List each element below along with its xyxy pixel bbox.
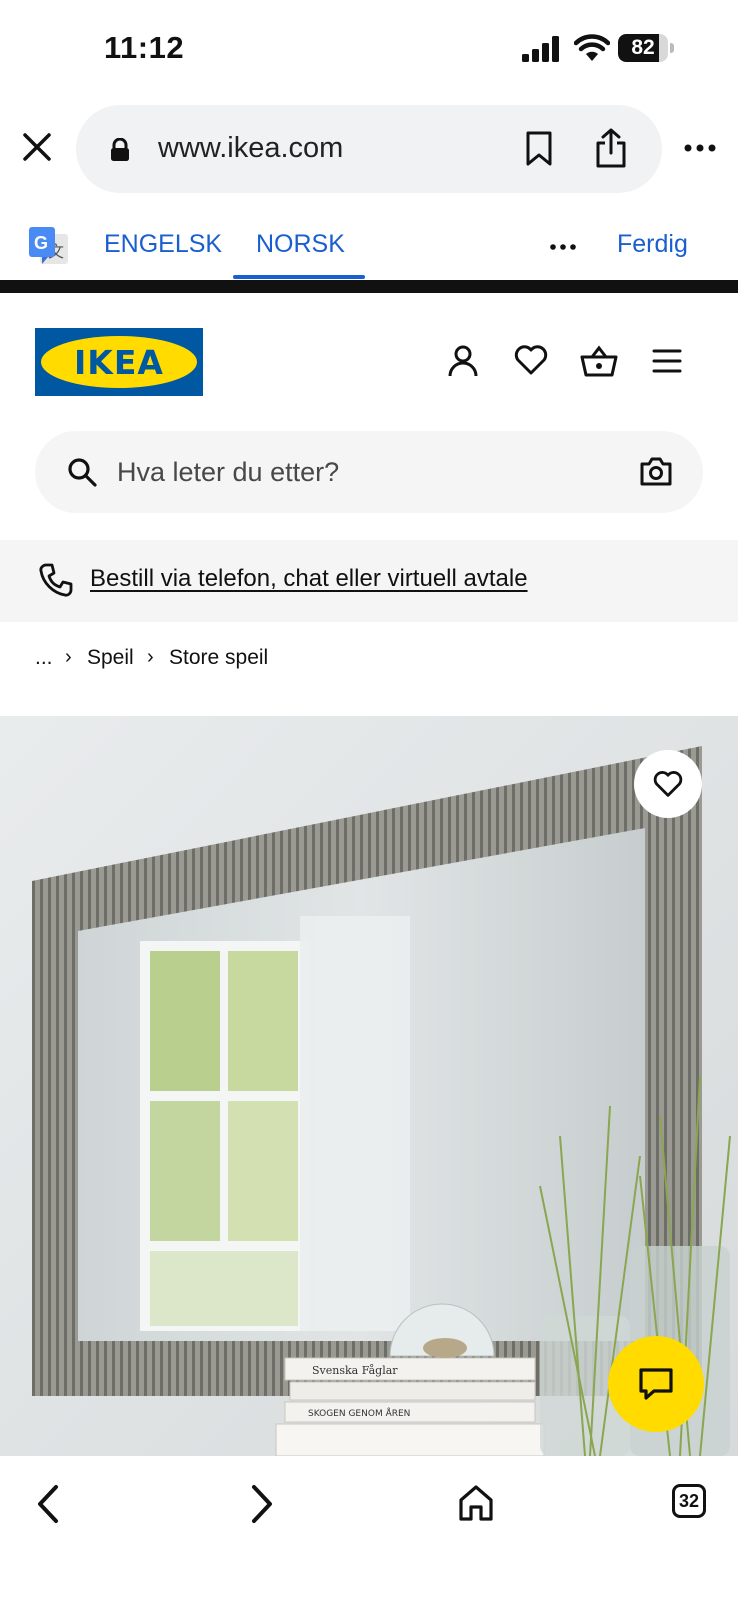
- close-icon[interactable]: [20, 130, 54, 164]
- address-bar[interactable]: www.ikea.com: [76, 105, 662, 193]
- translate-bar: 文 G ENGELSK NORSK Ferdig: [0, 210, 738, 280]
- heart-icon[interactable]: [514, 344, 548, 376]
- chat-icon: [639, 1368, 673, 1400]
- more-dots-icon[interactable]: [550, 244, 576, 250]
- book-title-1: Svenska Fåglar: [312, 1364, 398, 1377]
- account-icon[interactable]: [447, 344, 479, 378]
- status-bar: 11:12 82: [0, 0, 738, 100]
- logo-text: IKEA: [74, 343, 164, 382]
- ikea-logo[interactable]: IKEA: [35, 328, 203, 396]
- browser-bottom-nav: 32: [0, 1456, 738, 1600]
- chat-button[interactable]: [608, 1336, 704, 1432]
- camera-icon[interactable]: [639, 455, 673, 487]
- favorite-heart-icon: [653, 771, 683, 797]
- url-text[interactable]: www.ikea.com: [158, 132, 343, 165]
- cellular-signal-icon: [522, 36, 559, 62]
- basket-icon[interactable]: [580, 344, 618, 378]
- favorite-button[interactable]: [634, 750, 702, 818]
- divider: [0, 280, 738, 293]
- tab-target-language[interactable]: NORSK: [256, 230, 345, 259]
- breadcrumb-item-speil[interactable]: Speil: [87, 646, 134, 670]
- menu-icon[interactable]: [652, 348, 682, 374]
- lock-icon: [111, 138, 129, 161]
- google-translate-icon: 文 G: [29, 227, 68, 264]
- tab-source-language[interactable]: ENGELSK: [104, 230, 222, 259]
- svg-text:G: G: [34, 233, 48, 253]
- bookmark-icon[interactable]: [524, 131, 554, 167]
- phone-icon: [39, 563, 73, 597]
- active-tab-indicator: [233, 275, 365, 279]
- more-icon[interactable]: [684, 144, 716, 152]
- browser-toolbar: www.ikea.com: [0, 100, 738, 200]
- battery-icon: 82: [618, 34, 674, 62]
- wifi-icon: [574, 34, 610, 61]
- done-button[interactable]: Ferdig: [617, 230, 688, 259]
- back-arrow-icon[interactable]: [34, 1484, 64, 1524]
- share-icon[interactable]: [594, 127, 628, 169]
- search-input[interactable]: Hva leter du etter?: [117, 457, 339, 488]
- breadcrumb-separator: ›: [147, 646, 154, 668]
- search-icon: [68, 458, 97, 487]
- status-time: 11:12: [104, 30, 185, 65]
- contact-link[interactable]: Bestill via telefon, chat eller virtuell…: [90, 565, 528, 593]
- breadcrumb-ellipsis[interactable]: ...: [35, 646, 53, 670]
- search-bar[interactable]: Hva leter du etter?: [35, 431, 703, 513]
- forward-arrow-icon[interactable]: [246, 1484, 276, 1524]
- breadcrumb-item-store-speil: Store speil: [169, 646, 269, 669]
- contact-banner: Bestill via telefon, chat eller virtuell…: [0, 540, 738, 622]
- home-icon[interactable]: [458, 1484, 494, 1522]
- battery-level: 82: [631, 36, 655, 59]
- breadcrumb-separator: ›: [65, 646, 72, 668]
- book-title-2: SKOGEN GENOM ÅREN: [308, 1407, 410, 1419]
- tabs-icon[interactable]: 32: [672, 1484, 706, 1518]
